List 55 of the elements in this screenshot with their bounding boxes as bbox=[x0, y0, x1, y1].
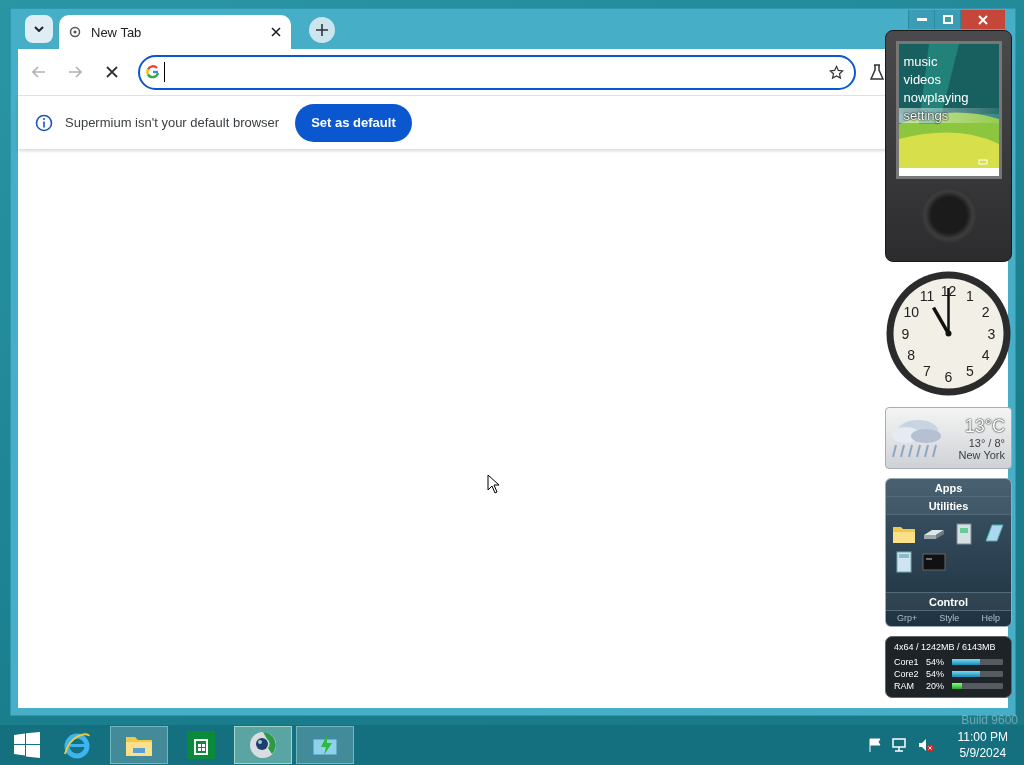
close-button[interactable] bbox=[960, 10, 1005, 29]
meter-label: Core2 bbox=[894, 669, 920, 679]
info-icon bbox=[35, 113, 53, 132]
taskbar-app-button[interactable] bbox=[234, 726, 292, 764]
set-default-button[interactable]: Set as default bbox=[295, 103, 412, 142]
network-icon[interactable] bbox=[891, 738, 908, 752]
launcher-title: Apps bbox=[886, 479, 1011, 497]
notepad-icon[interactable] bbox=[982, 523, 1006, 545]
launcher-button[interactable]: Style bbox=[939, 613, 960, 623]
meter-reading: 54% bbox=[926, 669, 945, 679]
maximize-button[interactable] bbox=[934, 10, 960, 29]
star-icon[interactable] bbox=[829, 64, 844, 80]
city-name: New York bbox=[958, 448, 1005, 461]
installer-icon bbox=[311, 733, 339, 757]
launcher-button[interactable]: Grp+ bbox=[897, 613, 918, 623]
close-icon[interactable] bbox=[271, 27, 281, 37]
minimize-icon bbox=[916, 18, 927, 21]
address-bar[interactable] bbox=[138, 54, 856, 90]
launcher-section: Control bbox=[886, 592, 1011, 611]
player-menu-item[interactable]: videos bbox=[898, 72, 999, 87]
flask-icon[interactable] bbox=[870, 64, 884, 80]
temperature-range: 13° / 8° bbox=[968, 436, 1005, 449]
minimize-button[interactable] bbox=[908, 10, 934, 29]
tab-search-button[interactable] bbox=[25, 15, 53, 43]
stop-icon[interactable] bbox=[106, 66, 118, 78]
tray-clock[interactable]: 11:00 PM 5/9/2024 bbox=[957, 729, 1008, 761]
browser-logo-icon bbox=[62, 730, 92, 760]
mouse-pointer-icon bbox=[487, 474, 500, 494]
close-icon bbox=[978, 14, 988, 25]
meter-reading: 54% bbox=[926, 657, 945, 667]
meter-label: Core1 bbox=[894, 657, 920, 667]
launcher-button[interactable]: Help bbox=[981, 613, 1000, 623]
store-icon bbox=[187, 731, 215, 759]
chevron-down-icon bbox=[34, 26, 44, 32]
flag-icon[interactable] bbox=[867, 738, 882, 752]
google-logo-icon bbox=[146, 65, 160, 79]
meter-label: RAM bbox=[894, 681, 915, 691]
terminal-icon[interactable] bbox=[922, 551, 946, 573]
player-menu-item[interactable]: nowplaying bbox=[898, 90, 999, 105]
build-watermark: Build 9600 bbox=[961, 713, 1018, 727]
browser-logo-icon bbox=[248, 730, 278, 760]
tab-title: New Tab bbox=[91, 24, 143, 40]
new-tab-button[interactable] bbox=[309, 17, 335, 43]
plus-icon bbox=[316, 24, 328, 36]
muted-speaker-icon[interactable] bbox=[917, 738, 934, 752]
browser-tab[interactable]: New Tab bbox=[59, 15, 291, 49]
tab-favicon-icon bbox=[69, 26, 81, 38]
analog-clock: 11 12 1 10 2 9 3 8 4 7 6 5 bbox=[885, 270, 1012, 397]
temperature: 13°C bbox=[964, 415, 1005, 437]
maximize-icon bbox=[942, 15, 953, 24]
infobar-message: Supermium isn't your default browser bbox=[65, 115, 280, 130]
memory-summary: 4x64 / 1242MB / 6143MB bbox=[894, 642, 997, 652]
meter-reading: 20% bbox=[926, 681, 945, 691]
player-menu-item[interactable]: music bbox=[898, 54, 999, 69]
launcher-group: Utilities bbox=[886, 497, 1011, 515]
